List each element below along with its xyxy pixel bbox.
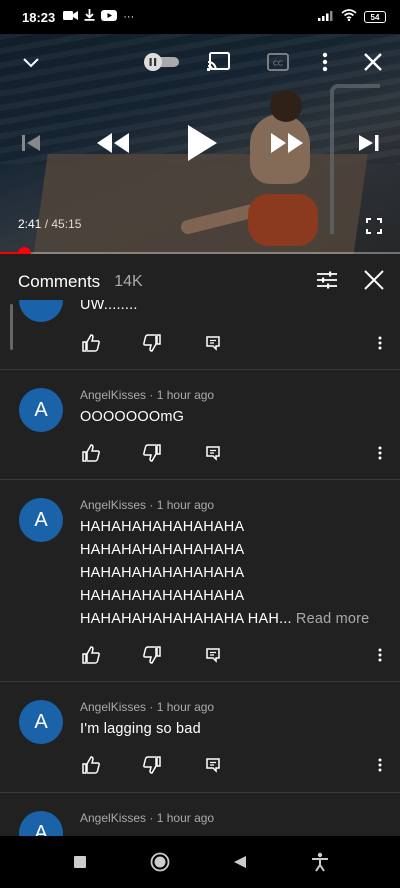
comment-time: 1 hour ago	[156, 811, 215, 825]
comment-line: HAHAHAHAHAHAHAHA	[80, 588, 245, 604]
comment-time: 1 hour ago	[156, 700, 215, 714]
comment-item: UW........	[0, 300, 400, 370]
comment-line: HAHAHAHAHAHAHAHA	[80, 519, 245, 535]
comment-item: A AngelKisses · 1 hour ago I'm lagging s…	[0, 682, 400, 793]
rewind-icon[interactable]	[94, 129, 132, 157]
duration: 45:15	[51, 217, 82, 231]
minimize-chevron-icon[interactable]	[20, 52, 42, 74]
comment-meta: AngelKisses · 1 hour ago	[80, 498, 214, 512]
like-icon[interactable]	[80, 754, 102, 776]
comment-line: I'm lagging so bad	[80, 721, 201, 737]
close-comments-icon[interactable]	[364, 269, 384, 295]
video-player[interactable]: CC 2:41 / 45:15	[0, 34, 400, 254]
meta-separator: ·	[146, 700, 157, 714]
system-nav-bar	[0, 836, 400, 888]
youtube-icon	[101, 8, 118, 26]
accessibility-icon[interactable]	[305, 847, 335, 877]
meta-separator: ·	[146, 388, 157, 402]
seek-bar-handle[interactable]	[17, 247, 31, 254]
comment-item: A AngelKisses · 1 hour ago HAHAHAHAHAHAH…	[0, 480, 400, 682]
comment-line: HAHAHAHAHAHAHAHA HAH...	[80, 611, 292, 627]
comment-time: 1 hour ago	[156, 498, 215, 512]
home-circle-icon[interactable]	[145, 847, 175, 877]
reply-icon[interactable]	[202, 754, 224, 776]
comment-more-icon[interactable]	[374, 332, 386, 354]
comment-line: HAHAHAHAHAHAHAHA	[80, 542, 245, 558]
seek-bar[interactable]	[0, 247, 400, 254]
comment-item: A AngelKisses · 1 hour ago	[0, 793, 400, 836]
dislike-icon[interactable]	[141, 754, 163, 776]
comment-more-icon[interactable]	[374, 442, 386, 464]
cast-icon[interactable]	[206, 50, 232, 74]
comment-meta: AngelKisses · 1 hour ago	[80, 811, 214, 825]
dislike-icon[interactable]	[141, 332, 163, 354]
wifi-icon	[341, 8, 357, 26]
like-icon[interactable]	[80, 332, 102, 354]
comment-item: A AngelKisses · 1 hour ago OOOOOOOmG	[0, 370, 400, 480]
signal-icon	[318, 8, 334, 26]
captions-icon[interactable]: CC	[266, 51, 290, 73]
time-separator: /	[41, 217, 52, 231]
download-icon	[84, 8, 95, 26]
comment-author[interactable]: AngelKisses	[80, 811, 146, 825]
next-video-icon[interactable]	[356, 131, 382, 155]
comment-line: OOOOOOOmG	[80, 409, 185, 425]
reply-icon[interactable]	[202, 442, 224, 464]
avatar[interactable]	[19, 300, 63, 322]
avatar[interactable]: A	[19, 388, 63, 432]
comments-count: 14K	[114, 273, 143, 290]
avatar[interactable]: A	[19, 498, 63, 542]
comment-time: 1 hour ago	[156, 388, 215, 402]
like-icon[interactable]	[80, 442, 102, 464]
video-camera-icon	[63, 8, 79, 26]
reply-icon[interactable]	[202, 332, 224, 354]
time-display: 2:41 / 45:15	[18, 217, 81, 231]
comment-author[interactable]: AngelKisses	[80, 498, 146, 512]
comment-more-icon[interactable]	[374, 754, 386, 776]
close-player-icon[interactable]	[360, 49, 386, 75]
meta-separator: ·	[146, 811, 157, 825]
more-dots-icon: ···	[123, 10, 135, 23]
avatar[interactable]: A	[19, 811, 63, 836]
fullscreen-icon[interactable]	[364, 216, 384, 236]
status-time: 18:23	[22, 9, 56, 25]
battery-icon: 54	[364, 11, 386, 23]
status-bar: 18:23 ··· 54	[0, 0, 400, 34]
current-time: 2:41	[18, 217, 42, 231]
fast-forward-icon[interactable]	[268, 129, 306, 157]
autoplay-toggle[interactable]	[140, 50, 182, 74]
comment-text: UW........	[80, 300, 138, 313]
svg-text:CC: CC	[273, 61, 283, 68]
comments-scrollbar[interactable]	[10, 304, 13, 350]
back-triangle-icon[interactable]	[225, 847, 255, 877]
comment-meta: AngelKisses · 1 hour ago	[80, 700, 214, 714]
sort-filter-icon[interactable]	[316, 270, 338, 295]
play-icon[interactable]	[182, 120, 222, 166]
comment-text: HAHAHAHAHAHAHAHA HAHAHAHAHAHAHAHA HAHAHA…	[80, 516, 369, 631]
comment-text: OOOOOOOmG	[80, 406, 184, 429]
comment-meta: AngelKisses · 1 hour ago	[80, 388, 214, 402]
comment-more-icon[interactable]	[374, 644, 386, 666]
comment-author[interactable]: AngelKisses	[80, 388, 146, 402]
previous-video-icon[interactable]	[18, 131, 44, 155]
dislike-icon[interactable]	[141, 442, 163, 464]
comment-text: I'm lagging so bad	[80, 718, 201, 741]
dislike-icon[interactable]	[141, 644, 163, 666]
like-icon[interactable]	[80, 644, 102, 666]
comments-title: Comments	[18, 272, 101, 291]
more-vert-icon[interactable]	[318, 49, 332, 75]
avatar[interactable]: A	[19, 700, 63, 744]
comment-line: HAHAHAHAHAHAHAHA	[80, 565, 245, 581]
recents-square-icon[interactable]	[65, 847, 95, 877]
reply-icon[interactable]	[202, 644, 224, 666]
meta-separator: ·	[146, 498, 157, 512]
comment-author[interactable]: AngelKisses	[80, 700, 146, 714]
read-more-link[interactable]: Read more	[296, 611, 370, 627]
comments-list[interactable]: UW........ A AngelKisses · 1 hour ago OO…	[0, 300, 400, 836]
notification-icons: ···	[63, 8, 134, 26]
